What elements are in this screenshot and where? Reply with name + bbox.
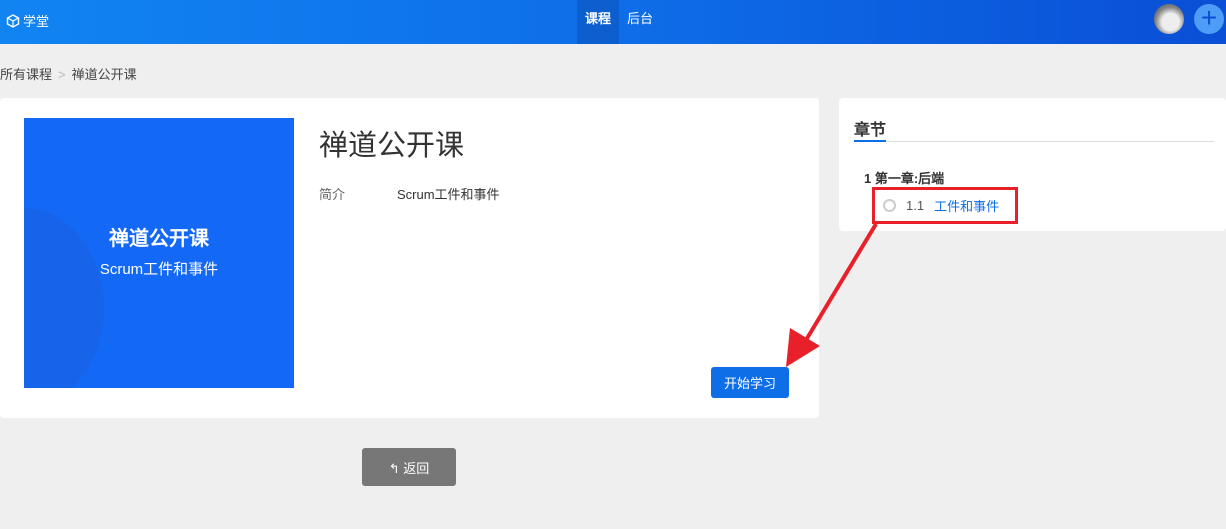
- annotation-arrow-icon: [786, 222, 878, 367]
